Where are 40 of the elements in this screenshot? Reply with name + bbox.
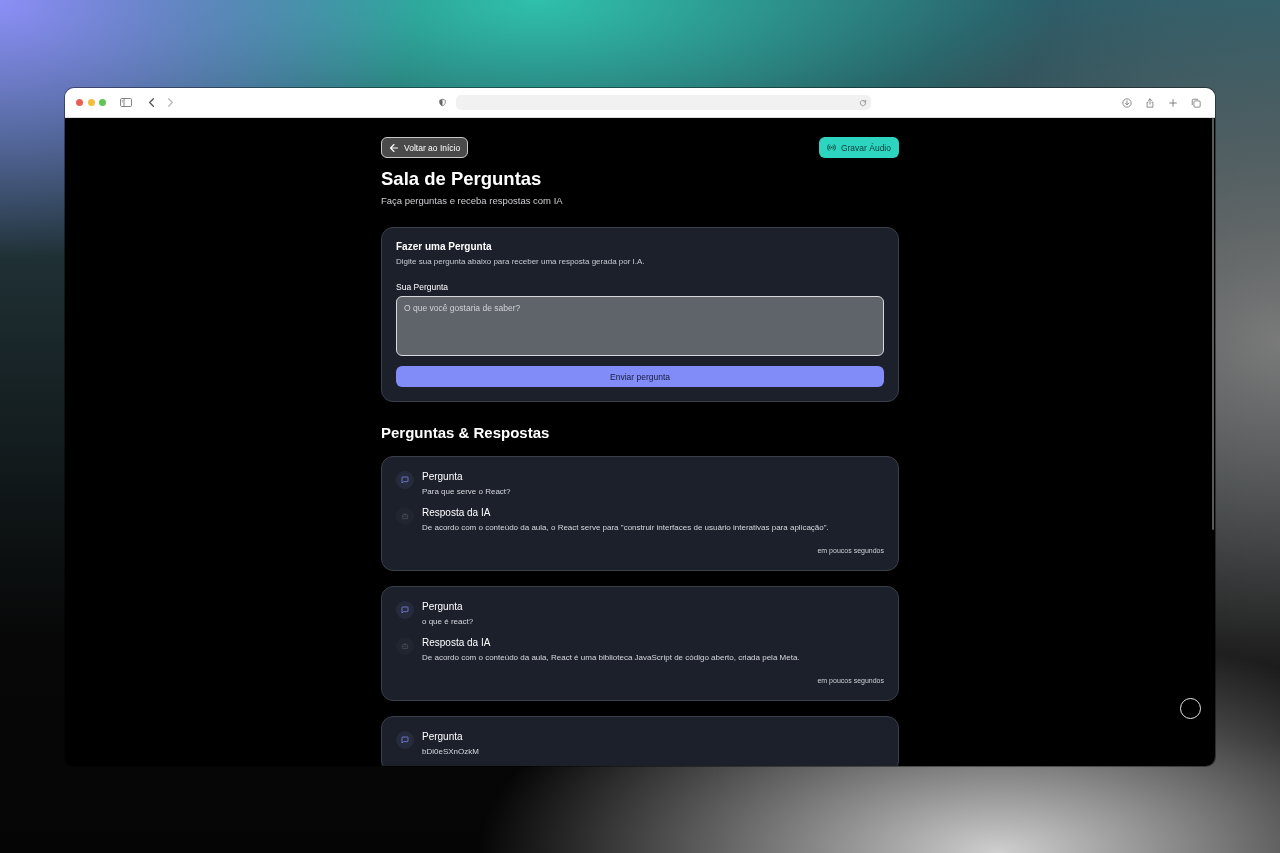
chat-bubble-icon	[396, 731, 414, 749]
answer-text: De acordo com o conteúdo da aula, o React serve para "construir interfaces de usuário interativas para aplicação".	[422, 523, 829, 533]
form-description: Digite sua pergunta abaixo para receber uma resposta gerada por I.A.	[396, 257, 646, 267]
form-title: Fazer uma Pergunta	[396, 241, 493, 253]
answer-label: Resposta da IA	[422, 507, 492, 519]
record-audio-button[interactable]: Gravar Áudio	[818, 137, 899, 158]
section-title: Perguntas & Respostas	[381, 424, 551, 442]
answer-label: Resposta da IA	[422, 637, 492, 649]
question-text: o que é react?	[422, 617, 474, 627]
zoom-icon[interactable]	[99, 99, 106, 106]
sidebar-icon[interactable]	[120, 98, 132, 107]
tabs-overview-icon[interactable]	[1191, 97, 1201, 108]
answer-text: De acordo com o conteúdo da aula, React é uma biblioteca JavaScript de código aberto, criada pela Meta.	[422, 653, 800, 663]
arrow-left-icon	[390, 143, 398, 152]
scrollbar-thumb[interactable]	[1212, 118, 1214, 530]
question-label: Pergunta	[422, 731, 464, 743]
share-icon[interactable]	[1145, 97, 1155, 108]
question-label: Pergunta	[422, 601, 464, 613]
chat-bubble-icon	[396, 471, 414, 489]
page-title: Sala de Perguntas	[381, 168, 543, 190]
bot-icon	[396, 507, 414, 525]
back-chevron-icon[interactable]	[149, 98, 154, 107]
bot-icon	[396, 637, 414, 655]
radio-waves-icon	[826, 144, 836, 151]
chat-bubble-icon	[396, 601, 414, 619]
question-text: bDi0eSXnOzkM	[422, 747, 479, 757]
question-text: Para que serve o React?	[422, 487, 511, 497]
plus-icon[interactable]	[1168, 97, 1178, 108]
question-label: Pergunta	[422, 471, 464, 483]
question-field[interactable]: O que você gostaria de saber?	[396, 296, 884, 356]
submit-question-button[interactable]: Enviar pergunta	[396, 366, 884, 387]
download-icon[interactable]	[1122, 97, 1132, 108]
page-subtitle: Faça perguntas e receba respostas com IA	[381, 195, 564, 207]
minimize-icon[interactable]	[87, 99, 95, 106]
shield-icon[interactable]	[438, 98, 446, 107]
reload-icon[interactable]	[858, 98, 867, 107]
close-icon[interactable]	[76, 99, 83, 106]
field-label: Sua Pergunta	[396, 282, 449, 292]
address-field[interactable]	[455, 95, 871, 110]
back-button[interactable]: Voltar ao Início	[381, 137, 469, 158]
